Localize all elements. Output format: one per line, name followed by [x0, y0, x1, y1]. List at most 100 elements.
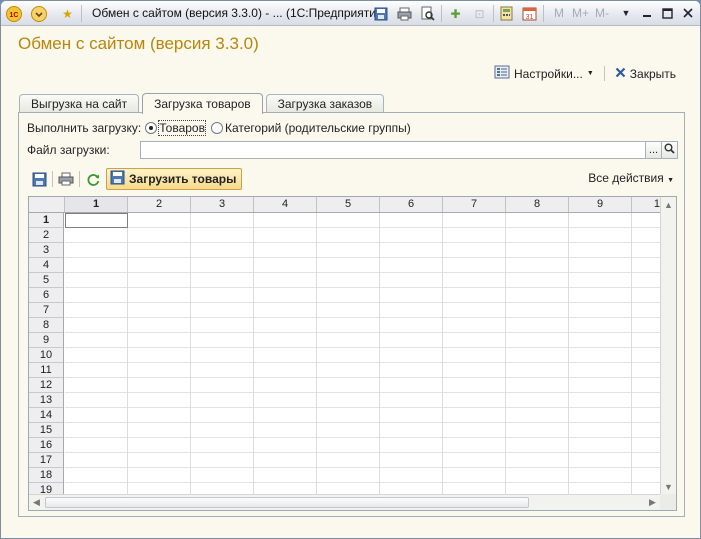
toolbar-separator: [79, 171, 80, 187]
calculator-icon[interactable]: [498, 5, 515, 22]
settings-button[interactable]: Настройки... ▼: [492, 65, 596, 82]
load-mode-row: Выполнить загрузку: Товаров Категорий (р…: [27, 120, 411, 136]
radio-goods[interactable]: [145, 122, 158, 134]
main-window: 1C ★ Обмен с сайтом (версия 3.3.0) - ...…: [0, 0, 701, 539]
row-header[interactable]: 6: [29, 288, 63, 303]
minimize-icon[interactable]: [638, 4, 656, 22]
radio-categories[interactable]: [210, 122, 223, 134]
add-to-favorites-icon[interactable]: ✚: [447, 5, 464, 22]
maximize-icon[interactable]: [658, 4, 676, 22]
print-preview-icon[interactable]: [419, 5, 436, 22]
column-header[interactable]: 6: [380, 197, 443, 212]
link-icon[interactable]: ⊡: [471, 5, 488, 22]
column-header[interactable]: 5: [317, 197, 380, 212]
scroll-down-icon[interactable]: ▼: [661, 479, 676, 494]
row-header[interactable]: 5: [29, 273, 63, 288]
row-header[interactable]: 7: [29, 303, 63, 318]
settings-label: Настройки...: [514, 66, 583, 81]
all-actions-label: Все действия: [588, 171, 664, 185]
column-header[interactable]: 1: [632, 197, 662, 212]
load-mode-label: Выполнить загрузку:: [27, 121, 142, 135]
selected-cell[interactable]: [65, 213, 128, 228]
print-icon[interactable]: [56, 169, 76, 189]
horizontal-scrollbar[interactable]: ◀ ▶: [29, 494, 660, 510]
open-file-button[interactable]: [662, 141, 678, 159]
settings-icon: [494, 65, 510, 82]
memory-minus-button[interactable]: M-: [595, 6, 609, 20]
radio-categories-label[interactable]: Категорий (родительские группы): [225, 121, 411, 135]
row-header[interactable]: 11: [29, 363, 63, 378]
grid-toolbar: Загрузить товары: [29, 167, 243, 191]
scrollbar-corner: [660, 494, 676, 510]
row-header[interactable]: 17: [29, 453, 63, 468]
grid-corner-cell[interactable]: [29, 197, 65, 212]
save-icon[interactable]: [29, 169, 49, 189]
grid-cells[interactable]: [65, 213, 660, 494]
memory-plus-button[interactable]: M+: [572, 6, 589, 20]
radio-goods-label[interactable]: Товаров: [158, 120, 206, 136]
row-header[interactable]: 15: [29, 423, 63, 438]
row-header[interactable]: 9: [29, 333, 63, 348]
tab-load-goods[interactable]: Загрузка товаров: [142, 93, 263, 114]
vertical-scrollbar[interactable]: ▲ ▼: [660, 197, 676, 494]
save-icon[interactable]: [372, 5, 389, 22]
actions-separator: [603, 66, 605, 81]
column-header[interactable]: 8: [506, 197, 569, 212]
tab-upload-to-site[interactable]: Выгрузка на сайт: [19, 94, 140, 113]
toolbar-separator: [543, 5, 544, 22]
column-header[interactable]: 9: [569, 197, 632, 212]
close-button[interactable]: Закрыть: [613, 67, 678, 81]
scroll-up-icon[interactable]: ▲: [661, 197, 676, 212]
calendar-icon[interactable]: 31: [521, 5, 538, 22]
toolbar-separator: [81, 5, 82, 22]
column-header[interactable]: 7: [443, 197, 506, 212]
svg-text:1C: 1C: [9, 12, 18, 19]
scroll-right-icon[interactable]: ▶: [645, 495, 660, 510]
load-goods-label: Загрузить товары: [129, 172, 237, 186]
row-header-column: 1 2 3 4 5 6 7 8 9 10 11 12 13 14 15 16 1…: [29, 213, 64, 498]
toolbar-separator: [52, 171, 53, 187]
all-actions-button[interactable]: Все действия ▼: [588, 171, 674, 185]
row-header[interactable]: 8: [29, 318, 63, 333]
row-header[interactable]: 2: [29, 228, 63, 243]
row-header[interactable]: 16: [29, 438, 63, 453]
tab-panel: Выполнить загрузку: Товаров Категорий (р…: [18, 112, 685, 517]
load-goods-button[interactable]: Загрузить товары: [106, 168, 243, 190]
column-header[interactable]: 3: [191, 197, 254, 212]
app-logo-icon[interactable]: 1C: [5, 5, 22, 22]
row-header[interactable]: 18: [29, 468, 63, 483]
row-header[interactable]: 14: [29, 408, 63, 423]
column-header-row: 1 2 3 4 5 6 7 8 9 1: [29, 197, 676, 213]
tab-load-orders[interactable]: Загрузка заказов: [265, 94, 385, 113]
spreadsheet-grid[interactable]: 1 2 3 4 5 6 7 8 9 1 1 2 3 4 5 6 7 8 9 10…: [28, 196, 677, 511]
horizontal-scroll-thumb[interactable]: [45, 497, 529, 508]
row-header[interactable]: 1: [29, 213, 63, 228]
refresh-icon[interactable]: [83, 169, 103, 189]
toolbar-separator: [441, 5, 442, 22]
close-window-icon[interactable]: [679, 4, 697, 22]
window-title: Обмен с сайтом (версия 3.3.0) - ... (1С:…: [92, 6, 387, 20]
column-header[interactable]: 2: [128, 197, 191, 212]
save-icon: [110, 170, 125, 188]
row-header[interactable]: 10: [29, 348, 63, 363]
browse-button[interactable]: ...: [646, 141, 662, 159]
scroll-left-icon[interactable]: ◀: [29, 495, 44, 510]
close-icon: [615, 67, 626, 81]
row-header[interactable]: 13: [29, 393, 63, 408]
column-header[interactable]: 4: [254, 197, 317, 212]
column-header[interactable]: 1: [65, 197, 128, 212]
file-input[interactable]: [140, 141, 646, 159]
title-bar: 1C ★ Обмен с сайтом (версия 3.3.0) - ...…: [1, 1, 700, 26]
form-title: Обмен с сайтом (версия 3.3.0): [18, 34, 259, 53]
print-icon[interactable]: [396, 5, 413, 22]
chevron-down-icon[interactable]: ▼: [617, 4, 635, 22]
row-header[interactable]: 4: [29, 258, 63, 273]
row-header[interactable]: 12: [29, 378, 63, 393]
file-label: Файл загрузки:: [27, 143, 110, 157]
row-header[interactable]: 3: [29, 243, 63, 258]
memory-button[interactable]: M: [554, 6, 564, 20]
main-menu-icon[interactable]: [30, 5, 47, 22]
search-icon: [664, 143, 675, 157]
close-label: Закрыть: [629, 66, 676, 81]
favorites-star-icon[interactable]: ★: [59, 5, 76, 22]
